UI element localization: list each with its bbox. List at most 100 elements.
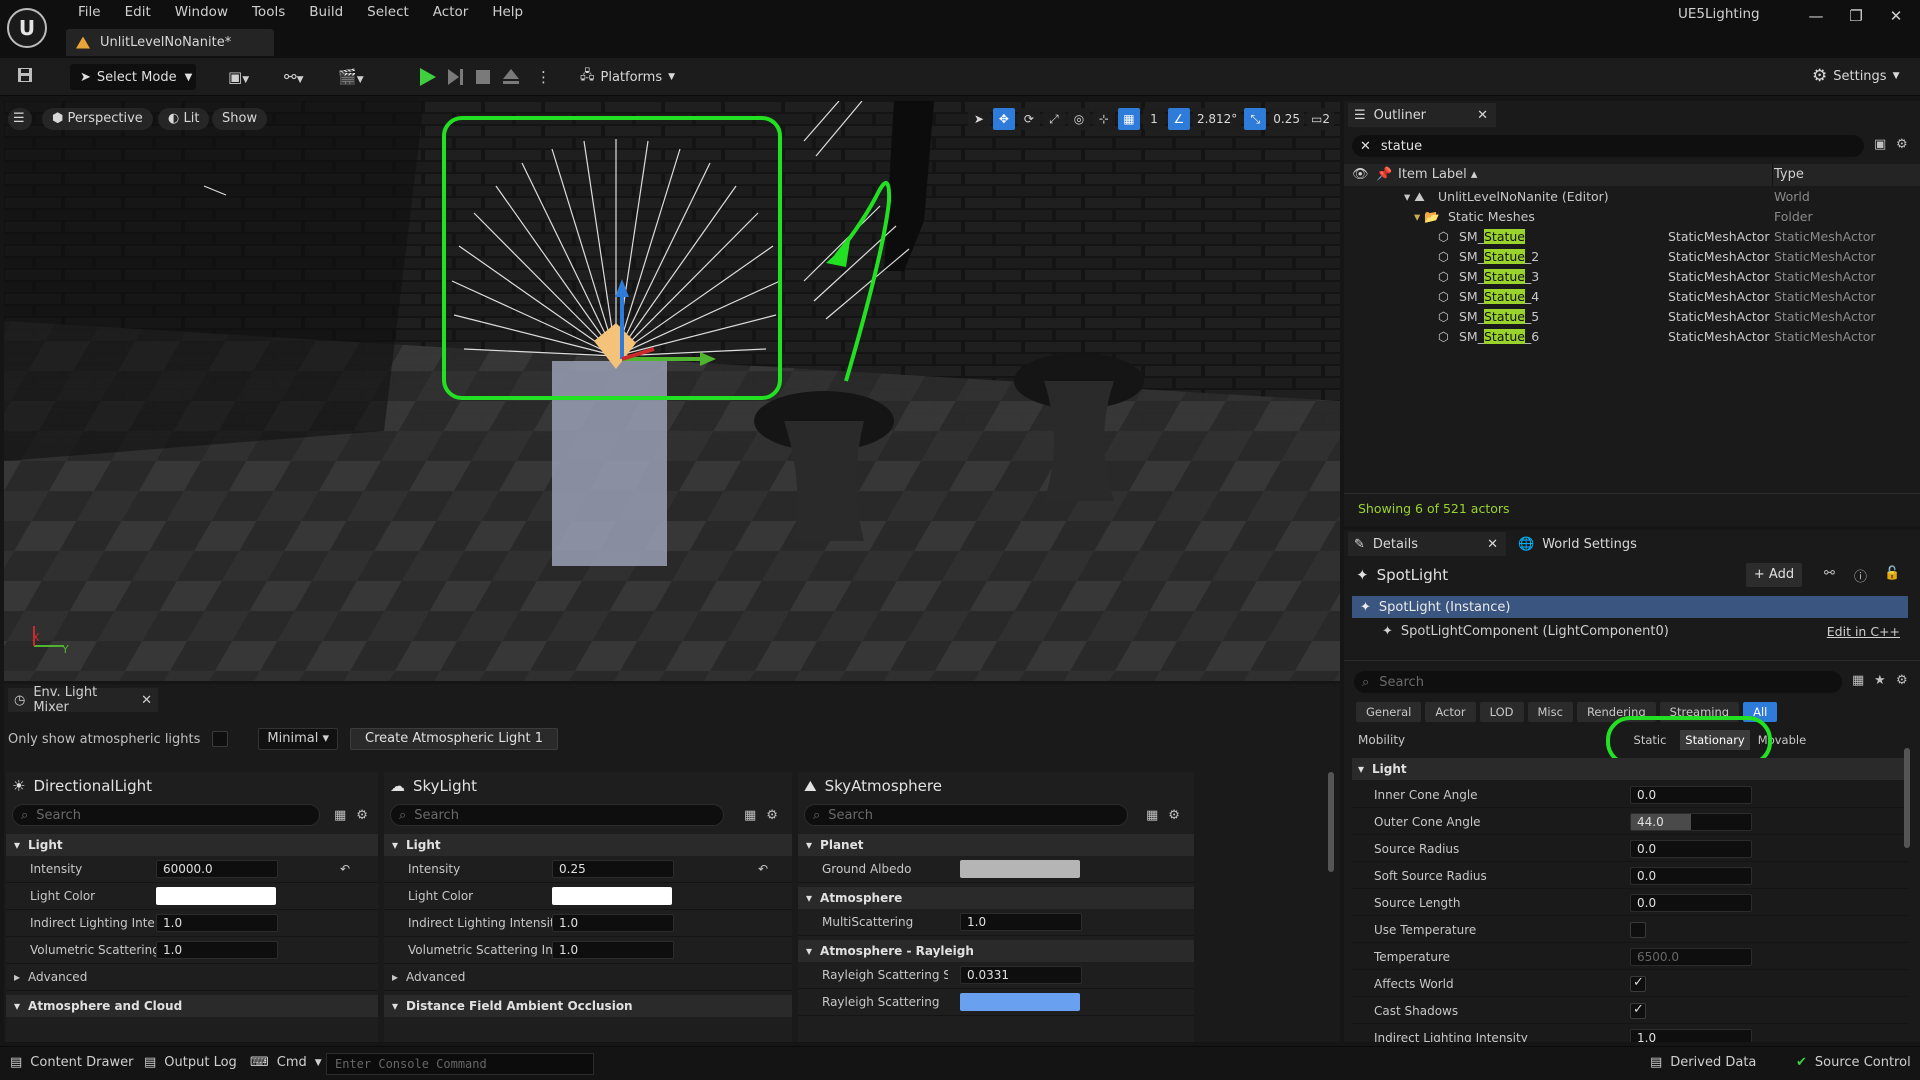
platforms-menu[interactable]: 🖧 Platforms ▼ bbox=[580, 66, 675, 88]
rayleigh-scattering-swatch[interactable] bbox=[960, 993, 1080, 1011]
dfao-category[interactable]: ▾ Distance Field Ambient Occlusion bbox=[384, 995, 792, 1017]
scale-tool-icon[interactable]: ⤢ bbox=[1042, 108, 1065, 130]
level-viewport[interactable]: X Y ☰ ⬢ Perspective ◐ Lit Show ➤ ✥ ⟳ ⤢ ◎… bbox=[4, 101, 1340, 681]
light-category[interactable]: ▾ Light bbox=[6, 834, 378, 856]
step-icon[interactable] bbox=[444, 66, 466, 88]
details-tab[interactable]: ✎ Details ✕ bbox=[1348, 532, 1506, 556]
rotation-snap-value[interactable]: 2.812° bbox=[1192, 108, 1242, 130]
show-button[interactable]: Show bbox=[212, 108, 268, 130]
scrollbar[interactable] bbox=[1328, 772, 1334, 872]
scrollbar[interactable] bbox=[1904, 748, 1910, 848]
select-tool-icon[interactable]: ➤ bbox=[967, 108, 990, 130]
surface-snap-icon[interactable]: ⊹ bbox=[1092, 108, 1115, 130]
menu-window[interactable]: Window bbox=[163, 2, 240, 22]
light-category[interactable]: ▾ Light bbox=[1352, 758, 1908, 780]
component-row[interactable]: ✦ SpotLightComponent (LightComponent0) E… bbox=[1352, 620, 1908, 642]
viewport-menu-icon[interactable]: ☰ bbox=[8, 108, 32, 130]
outliner-tab[interactable]: ☰ Outliner ✕ bbox=[1348, 103, 1496, 127]
menu-edit[interactable]: Edit bbox=[113, 2, 163, 22]
advanced-row[interactable]: ▸ Advanced bbox=[6, 964, 378, 991]
settings-menu[interactable]: ⚙ Settings ▼ bbox=[1812, 66, 1900, 86]
directional-search-input[interactable]: ⌕ Search bbox=[12, 804, 320, 826]
gear-icon[interactable]: ⚙ bbox=[766, 808, 778, 823]
rayleigh-scale-field[interactable]: 0.0331 bbox=[960, 966, 1082, 984]
eject-icon[interactable] bbox=[500, 66, 522, 88]
inner-cone-angle-field[interactable]: 0.0 bbox=[1630, 786, 1752, 804]
light-color-swatch[interactable] bbox=[156, 887, 276, 905]
table-view-icon[interactable]: ▦ bbox=[1852, 673, 1864, 688]
indirect-lighting-field[interactable]: 1.0 bbox=[156, 914, 278, 932]
intensity-field[interactable]: 60000.0 bbox=[156, 860, 278, 878]
source-length-field[interactable]: 0.0 bbox=[1630, 894, 1752, 912]
pin-icon[interactable]: 📌 bbox=[1376, 167, 1392, 182]
lock-icon[interactable]: 🔓 bbox=[1884, 566, 1900, 581]
add-component-button[interactable]: + Add bbox=[1746, 563, 1802, 587]
table-view-icon[interactable]: ▦ bbox=[334, 808, 346, 823]
console-command-input[interactable]: Enter Console Command bbox=[326, 1053, 594, 1075]
blueprint-icon[interactable]: ⚯ bbox=[1824, 566, 1835, 581]
scale-snap-value[interactable]: 0.25 bbox=[1269, 108, 1305, 130]
grid-snap-value[interactable]: 1 bbox=[1142, 108, 1165, 130]
indirect-lighting-intensity-field[interactable]: 1.0 bbox=[1630, 1029, 1752, 1042]
light-color-swatch[interactable] bbox=[552, 887, 672, 905]
volumetric-scattering-field[interactable]: 1.0 bbox=[552, 941, 674, 959]
tree-row-folder[interactable]: ▾ 📂 Static Meshes Folder bbox=[1344, 209, 1920, 229]
lit-button[interactable]: ◐ Lit bbox=[158, 108, 210, 130]
close-icon[interactable]: ✕ bbox=[1487, 537, 1498, 552]
world-space-icon[interactable]: ◎ bbox=[1067, 108, 1090, 130]
tree-row-item[interactable]: ⬡ SM_Statue_6 StaticMeshActor StaticMeshAct… bbox=[1344, 329, 1920, 349]
play-options-icon[interactable]: ⋮ bbox=[536, 66, 551, 88]
planet-category[interactable]: ▾ Planet bbox=[798, 834, 1194, 856]
play-icon[interactable] bbox=[416, 66, 438, 88]
minimize-icon[interactable]: — bbox=[1796, 3, 1836, 29]
derived-data-button[interactable]: ▤ Derived Data bbox=[1650, 1055, 1756, 1070]
edit-in-cpp-link[interactable]: Edit in C++ bbox=[1827, 624, 1900, 639]
type-column[interactable]: Type bbox=[1772, 167, 1804, 182]
translate-tool-icon[interactable]: ✥ bbox=[992, 108, 1015, 130]
clear-search-icon[interactable]: ✕ bbox=[1360, 139, 1371, 154]
outer-cone-angle-field[interactable]: 44.0 bbox=[1630, 813, 1752, 831]
table-view-icon[interactable]: ▦ bbox=[744, 808, 756, 823]
menu-actor[interactable]: Actor bbox=[421, 2, 481, 22]
viewport-scene[interactable] bbox=[4, 101, 1340, 681]
light-category[interactable]: ▾ Light bbox=[384, 834, 792, 856]
env-light-mixer-tab[interactable]: ◷ Env. Light Mixer ✕ bbox=[8, 685, 158, 715]
reset-icon[interactable]: ↶ bbox=[758, 862, 768, 876]
details-search-input[interactable]: ⌕ Search bbox=[1354, 671, 1842, 693]
gear-icon[interactable]: ⚙ bbox=[1896, 137, 1908, 152]
camera-speed-icon[interactable]: ▭2 bbox=[1307, 108, 1334, 130]
gear-icon[interactable]: ⚙ bbox=[1168, 808, 1180, 823]
tree-row-world[interactable]: ▾ ⛰ UnlitLevelNoNanite (Editor) World bbox=[1344, 189, 1920, 209]
perspective-button[interactable]: ⬢ Perspective bbox=[42, 108, 153, 130]
stop-icon[interactable] bbox=[472, 66, 494, 88]
add-folder-icon[interactable]: ▣ bbox=[1874, 137, 1886, 152]
atmosphere-cloud-category[interactable]: ▾ Atmosphere and Cloud bbox=[6, 995, 378, 1017]
gear-icon[interactable]: ⚙ bbox=[356, 808, 368, 823]
menu-build[interactable]: Build bbox=[297, 2, 355, 22]
advanced-row[interactable]: ▸ Advanced bbox=[384, 964, 792, 991]
cast-shadows-checkbox[interactable] bbox=[1630, 1002, 1646, 1019]
tree-row-item[interactable]: ⬡ SM_Statue_4 StaticMeshActor StaticMeshAct… bbox=[1344, 289, 1920, 309]
skyatmosphere-search-input[interactable]: ⌕ Search bbox=[804, 804, 1128, 826]
level-document-tab[interactable]: UnlitLevelNoNanite* bbox=[66, 29, 274, 56]
skylight-search-input[interactable]: ⌕ Search bbox=[390, 804, 724, 826]
soft-source-radius-field[interactable]: 0.0 bbox=[1630, 867, 1752, 885]
tree-row-item[interactable]: ⬡ SM_Statue_5 StaticMeshActor StaticMeshAct… bbox=[1344, 309, 1920, 329]
menu-select[interactable]: Select bbox=[355, 2, 421, 22]
cinematics-icon[interactable]: 🎬▼ bbox=[338, 66, 364, 88]
affects-world-checkbox[interactable] bbox=[1630, 975, 1646, 992]
add-content-icon[interactable]: ▣▼ bbox=[228, 66, 249, 88]
help-icon[interactable]: ⓘ bbox=[1854, 566, 1867, 585]
filter-actor[interactable]: Actor bbox=[1425, 702, 1476, 722]
tree-row-item[interactable]: ⬡ SM_Statue_2 StaticMeshActor StaticMeshAct… bbox=[1344, 249, 1920, 269]
temperature-field[interactable]: 6500.0 bbox=[1630, 948, 1752, 966]
close-window-icon[interactable]: ✕ bbox=[1876, 3, 1916, 29]
rayleigh-category[interactable]: ▾ Atmosphere - Rayleigh bbox=[798, 940, 1194, 962]
item-label-column[interactable]: Item Label ▴ bbox=[1398, 167, 1477, 182]
source-control-button[interactable]: ✔ Source Control bbox=[1796, 1055, 1911, 1070]
select-mode-dropdown[interactable]: ➤ Select Mode ▼ bbox=[70, 64, 196, 90]
create-atmospheric-light-button[interactable]: Create Atmospheric Light 1 bbox=[350, 728, 559, 750]
filter-misc[interactable]: Misc bbox=[1527, 702, 1573, 722]
unreal-logo-icon[interactable]: U bbox=[7, 8, 47, 48]
rotate-tool-icon[interactable]: ⟳ bbox=[1017, 108, 1040, 130]
